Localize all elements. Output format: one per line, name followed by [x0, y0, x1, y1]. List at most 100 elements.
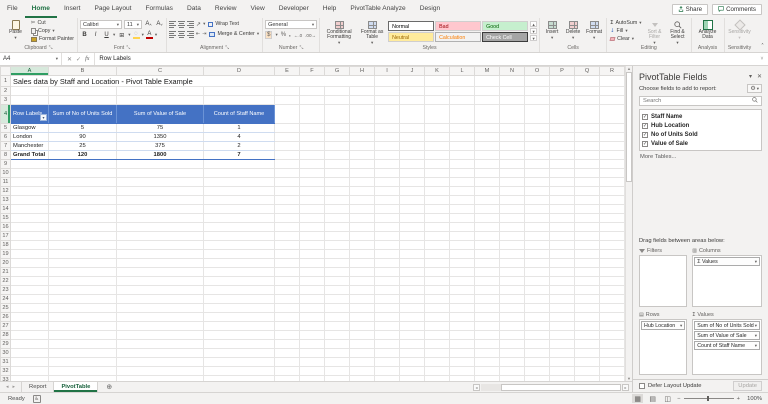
grid-cell[interactable]	[350, 232, 375, 241]
pivot-header-cell[interactable]: Sum of Value of Sale	[117, 105, 204, 124]
grid-cell[interactable]	[525, 178, 550, 187]
grid-cell[interactable]	[275, 105, 300, 124]
alignment-dialog-launcher[interactable]: ⤡	[225, 45, 229, 51]
grid-cell[interactable]	[350, 349, 375, 358]
grid-cell[interactable]	[300, 105, 325, 124]
grid-cell[interactable]	[49, 187, 117, 196]
grid-cell[interactable]	[425, 160, 450, 169]
grid-cell[interactable]	[550, 250, 575, 259]
grid-cell[interactable]	[11, 286, 49, 295]
grid-cell[interactable]	[600, 76, 625, 87]
grid-cell[interactable]	[275, 259, 300, 268]
grid-cell[interactable]	[425, 286, 450, 295]
grid-cell[interactable]	[500, 142, 525, 151]
grid-cell[interactable]	[425, 178, 450, 187]
defer-layout-checkbox[interactable]: ✓	[639, 383, 645, 389]
grid-cell[interactable]	[475, 96, 500, 105]
row-header-6[interactable]: 6	[1, 133, 11, 142]
grid-cell[interactable]	[450, 187, 475, 196]
grid-cell[interactable]	[375, 367, 400, 376]
page-layout-view-icon[interactable]: ▤	[647, 394, 658, 403]
grid-cell[interactable]	[325, 286, 350, 295]
grid-cell[interactable]	[49, 205, 117, 214]
grid-cell[interactable]	[600, 349, 625, 358]
grid-cell[interactable]	[550, 295, 575, 304]
grid-cell[interactable]	[350, 277, 375, 286]
grid-cell[interactable]	[325, 124, 350, 133]
grid-cell[interactable]	[117, 277, 204, 286]
grid-cell[interactable]	[400, 87, 425, 96]
grid-cell[interactable]	[500, 232, 525, 241]
grid-cell[interactable]	[325, 87, 350, 96]
grid-cell[interactable]	[325, 358, 350, 367]
grid-cell[interactable]	[325, 178, 350, 187]
grid-cell[interactable]	[500, 205, 525, 214]
grid-cell[interactable]	[550, 133, 575, 142]
grid-cell[interactable]	[575, 87, 600, 96]
grid-cell[interactable]	[550, 169, 575, 178]
column-header-G[interactable]: G	[325, 67, 350, 76]
grid-cell[interactable]	[400, 367, 425, 376]
clipboard-dialog-launcher[interactable]: ⤡	[49, 45, 53, 51]
grid-cell[interactable]	[49, 160, 117, 169]
grid-cell[interactable]	[475, 367, 500, 376]
column-header-C[interactable]: C	[117, 67, 204, 76]
grid-cell[interactable]	[204, 250, 275, 259]
align-middle-icon[interactable]	[178, 20, 185, 28]
grid-cell[interactable]	[500, 178, 525, 187]
grid-cell[interactable]	[550, 304, 575, 313]
grid-cell[interactable]	[600, 295, 625, 304]
column-header-O[interactable]: O	[525, 67, 550, 76]
pivot-data-cell[interactable]: 5	[49, 124, 117, 133]
align-bottom-icon[interactable]	[187, 20, 194, 28]
grid-cell[interactable]	[300, 268, 325, 277]
grid-cell[interactable]	[117, 286, 204, 295]
grid-cell[interactable]	[275, 358, 300, 367]
grid-cell[interactable]	[425, 268, 450, 277]
grid-cell[interactable]	[204, 178, 275, 187]
grid-cell[interactable]	[550, 322, 575, 331]
pivot-data-cell[interactable]: 75	[117, 124, 204, 133]
increase-font-button[interactable]: A˄	[144, 20, 153, 28]
grid-cell[interactable]	[350, 340, 375, 349]
grid-cell[interactable]	[350, 124, 375, 133]
horizontal-scroll-thumb[interactable]	[501, 384, 621, 391]
grid-cell[interactable]	[575, 331, 600, 340]
grid-cell[interactable]	[325, 277, 350, 286]
grid-cell[interactable]	[11, 241, 49, 250]
grid-cell[interactable]	[425, 358, 450, 367]
grid-cell[interactable]	[475, 295, 500, 304]
grid-cell[interactable]	[425, 340, 450, 349]
grid-cell[interactable]	[550, 96, 575, 105]
column-header-B[interactable]: B	[49, 67, 117, 76]
grid-cell[interactable]	[450, 250, 475, 259]
grid-cell[interactable]	[49, 340, 117, 349]
grid-cell[interactable]	[450, 87, 475, 96]
row-header-2[interactable]: 2	[1, 87, 11, 96]
grid-cell[interactable]	[117, 367, 204, 376]
field-search-input[interactable]	[643, 98, 752, 104]
grid-cell[interactable]	[204, 304, 275, 313]
grid-cell[interactable]	[11, 87, 49, 96]
grid-cell[interactable]	[375, 331, 400, 340]
grid-cell[interactable]	[525, 349, 550, 358]
sort-filter-button[interactable]: Sort & Filter▾	[644, 19, 666, 45]
grid-cell[interactable]	[425, 105, 450, 124]
gallery-down-arrow[interactable]: ▼	[530, 28, 537, 34]
grid-cell[interactable]	[204, 187, 275, 196]
grid-cell[interactable]	[11, 205, 49, 214]
grid-cell[interactable]	[117, 313, 204, 322]
grid-cell[interactable]	[500, 340, 525, 349]
collapse-ribbon-chevron[interactable]: ˄	[761, 43, 764, 50]
grid-cell[interactable]	[350, 250, 375, 259]
row-header-8[interactable]: 8	[1, 151, 11, 160]
grid-cell[interactable]	[275, 124, 300, 133]
area-field-chip[interactable]: Sum of Value of Sale▾	[694, 331, 760, 340]
enter-entry-icon[interactable]: ✓	[76, 56, 81, 63]
grid-cell[interactable]	[275, 304, 300, 313]
row-header-22[interactable]: 22	[1, 277, 11, 286]
grid-cell[interactable]	[600, 205, 625, 214]
grid-cell[interactable]	[375, 286, 400, 295]
grid-cell[interactable]	[450, 142, 475, 151]
grid-cell[interactable]	[275, 349, 300, 358]
